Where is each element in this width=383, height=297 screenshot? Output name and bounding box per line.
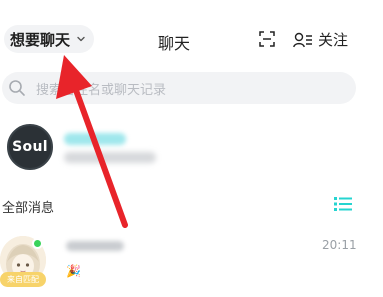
soul-logo: Soul [12,139,48,155]
scan-icon[interactable] [259,31,275,47]
soul-avatar: Soul [7,124,53,170]
message-time: 20:11 [322,238,357,252]
match-badge: 来自匹配 [0,272,46,287]
search-icon [9,80,25,96]
redaction-smudge [148,165,268,209]
section-title: 全部消息 [2,201,55,216]
online-status-dot [32,238,43,249]
follow-label: 关注 [318,31,349,49]
person-list-icon [293,32,312,47]
chevron-down-icon [77,36,85,42]
party-popper-icon: 🎉 [66,264,81,278]
blurred-name [66,241,124,251]
blurred-message [64,152,156,163]
top-bar: 想要聊天 聊天 关注 [0,0,383,72]
chat-list-item[interactable]: 来自匹配 20:11 🎉 [0,230,383,297]
mood-selector-button[interactable]: 想要聊天 [4,25,95,53]
follow-button[interactable]: 关注 [293,29,348,50]
page-title: 聊天 [158,34,191,53]
search-bar[interactable]: 搜索备注名或聊天记录 [2,72,356,104]
list-view-icon[interactable] [333,195,353,213]
mood-label: 想要聊天 [10,30,71,49]
blurred-name [64,133,126,145]
search-placeholder: 搜索备注名或聊天记录 [36,82,167,98]
